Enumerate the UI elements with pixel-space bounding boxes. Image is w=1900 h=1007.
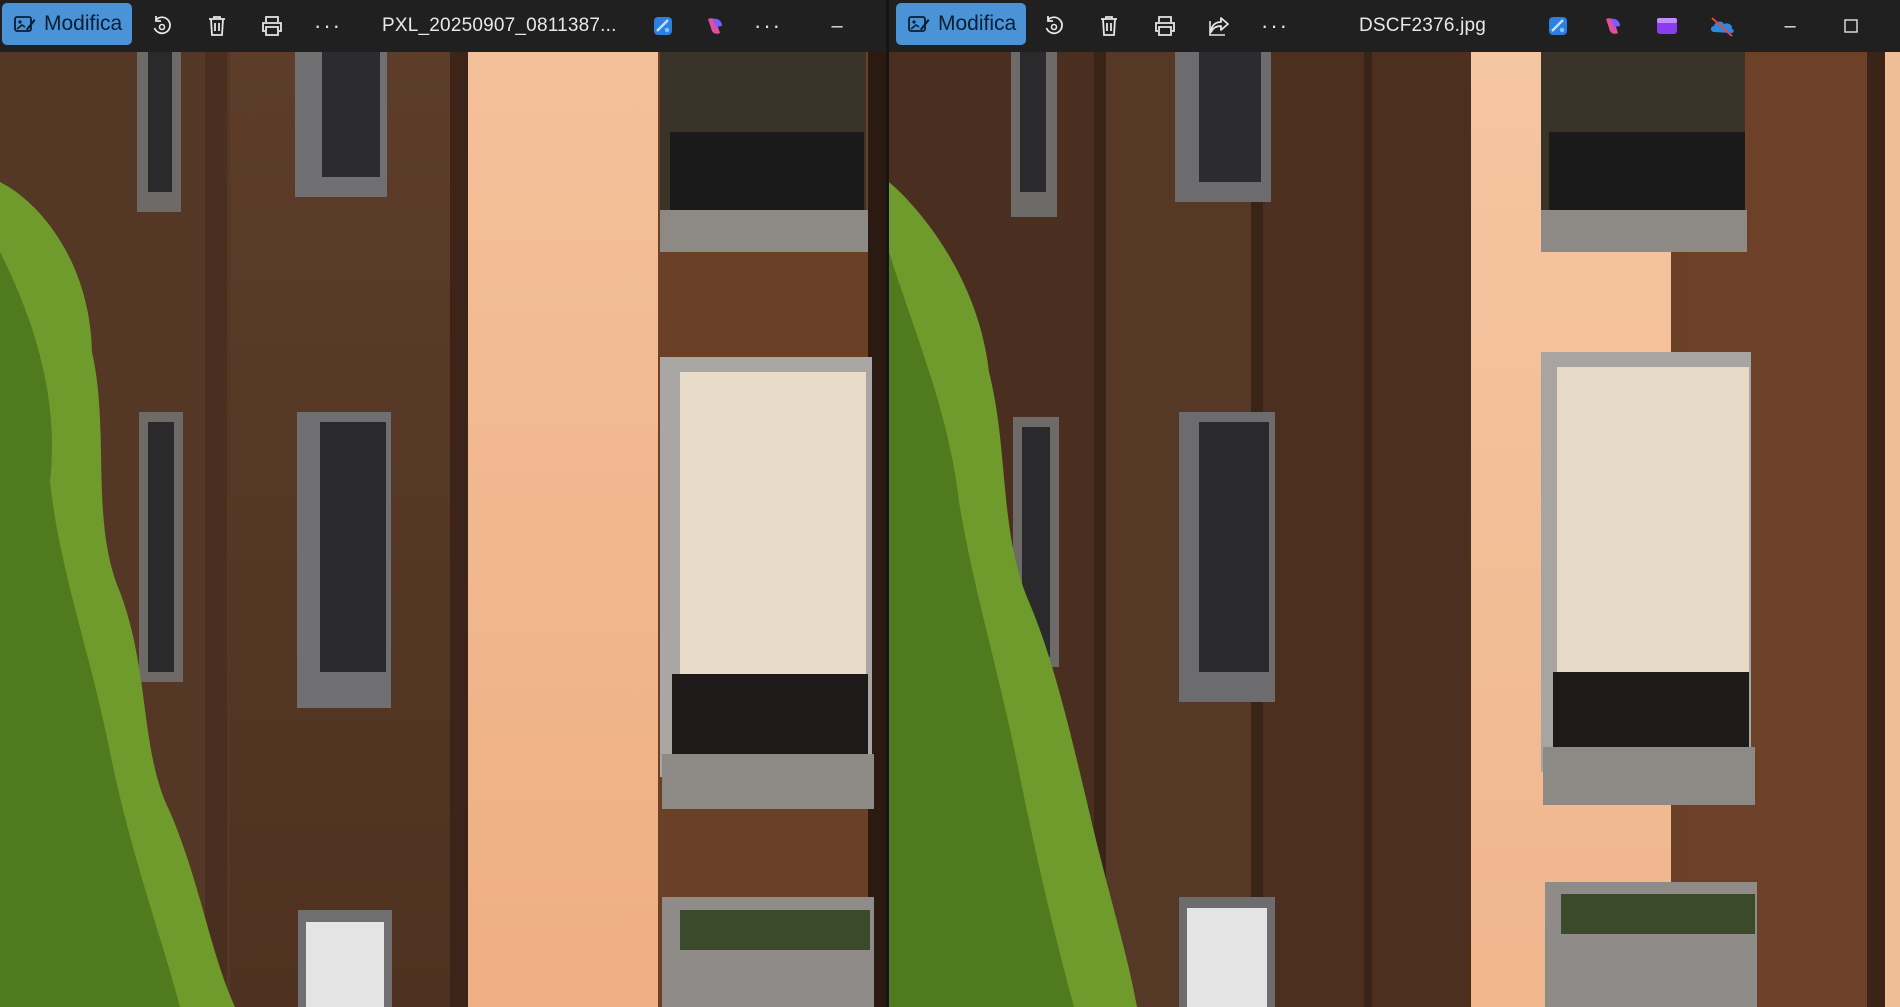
copilot-icon [1606,18,1620,34]
clipchamp-button[interactable] [1649,0,1685,52]
minimize-button[interactable]: – [815,0,859,52]
print-button[interactable] [253,0,291,52]
file-name: PXL_20250907_0811387... [382,15,617,36]
minimize-icon: – [1784,14,1796,37]
delete-icon [209,16,225,36]
onedrive-button[interactable] [1702,0,1742,52]
right-photo [889,52,1900,1007]
more-icon: ··· [754,13,782,38]
rotate-icon [1045,16,1063,35]
edit-button-label: Modifica [44,12,123,35]
photos-app-icon [1549,17,1567,35]
maximize-button[interactable] [1831,0,1871,52]
right-toolbar: Modifica ··· DSCF2376.jpg – [889,0,1900,52]
rotate-icon [153,16,171,35]
share-button[interactable] [1200,0,1238,52]
rotate-button[interactable] [1035,0,1073,52]
left-toolbar: Modifica ··· PXL_20250907_0811387... ···… [0,0,886,52]
building-photo-right [889,52,1900,1007]
delete-button[interactable] [1090,0,1128,52]
minimize-icon: – [831,14,843,37]
edit-button[interactable]: Modifica [2,3,132,45]
copilot-icon [708,18,722,34]
photos-app-button[interactable] [645,0,681,52]
onedrive-offline-icon [1711,17,1734,37]
rotate-button[interactable] [143,0,181,52]
minimize-button[interactable]: – [1770,0,1810,52]
more-button[interactable]: ··· [1255,0,1295,52]
more-button[interactable]: ··· [308,0,348,52]
left-photo-viewer-window: Modifica ··· PXL_20250907_0811387... ···… [0,0,886,1007]
print-icon [1155,16,1175,36]
delete-button[interactable] [198,0,236,52]
photos-app-button[interactable] [1540,0,1576,52]
delete-icon [1101,16,1117,36]
more-icon: ··· [1261,13,1289,38]
edit-button-label: Modifica [938,12,1017,35]
edit-icon [908,16,930,32]
copilot-button[interactable] [1595,0,1631,52]
building-photo-left [0,52,886,1007]
print-icon [262,16,282,36]
more-button-secondary[interactable]: ··· [748,0,788,52]
clipchamp-icon [1657,18,1677,34]
edit-button[interactable]: Modifica [896,3,1026,45]
copilot-button[interactable] [697,0,733,52]
more-icon: ··· [314,13,342,38]
right-photo-viewer-window: Modifica ··· DSCF2376.jpg – [889,0,1900,1007]
edit-icon [14,16,36,32]
print-button[interactable] [1146,0,1184,52]
file-name: DSCF2376.jpg [1359,15,1487,36]
maximize-icon [1844,19,1858,33]
photos-app-icon [654,17,672,35]
left-photo [0,52,886,1007]
share-icon [1209,17,1229,36]
